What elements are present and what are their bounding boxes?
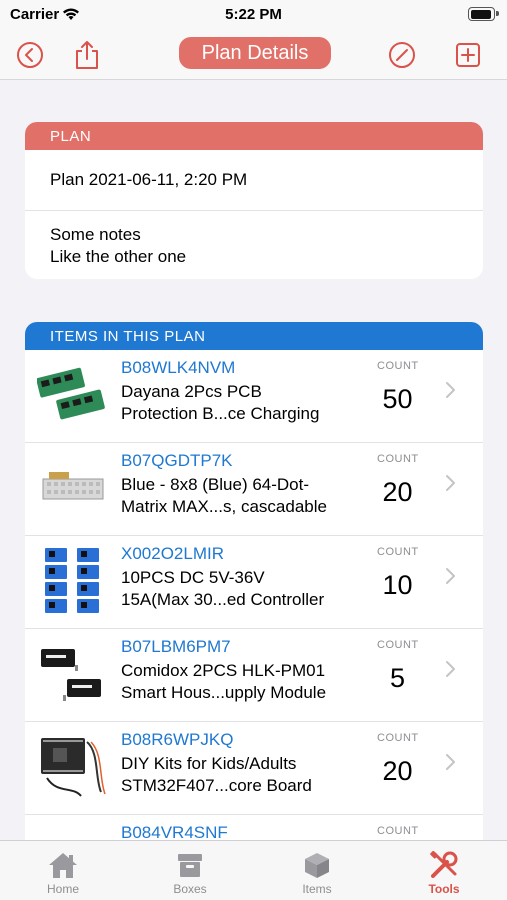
- chevron-right-icon: [446, 475, 455, 491]
- item-thumbnail: [37, 453, 109, 523]
- add-button[interactable]: [451, 38, 485, 72]
- item-asin-link[interactable]: B08R6WPJKQ: [121, 730, 233, 750]
- share-button[interactable]: [70, 38, 104, 72]
- count-value: 5: [389, 663, 406, 693]
- chevron-right-icon: [446, 754, 455, 770]
- item-row[interactable]: B07LBM6PM7 Comidox 2PCS HLK-PM01 Smart H…: [25, 629, 483, 722]
- item-thumbnail: [37, 546, 109, 616]
- item-title: Dayana 2Pcs PCB: [121, 382, 262, 401]
- plus-square-icon: [456, 43, 480, 67]
- count-label: COUNT: [377, 453, 419, 465]
- tab-label: Boxes: [173, 882, 207, 896]
- clock: 5:22 PM: [225, 6, 282, 23]
- count-label: COUNT: [377, 546, 419, 558]
- plan-notes[interactable]: Some notes Like the other one: [25, 211, 483, 268]
- count-label: COUNT: [377, 825, 419, 837]
- item-thumbnail: [37, 732, 109, 802]
- item-title: 10PCS DC 5V-36V: [121, 568, 265, 587]
- battery-icon: [468, 7, 499, 21]
- items-card: ITEMS IN THIS PLAN B08WLK4NVM Dayana 2Pc…: [25, 322, 483, 840]
- item-row[interactable]: B08R6WPJKQ DIY Kits for Kids/Adults STM3…: [25, 722, 483, 815]
- item-title: Protection B...ce Charging: [121, 404, 320, 423]
- plan-name[interactable]: Plan 2021-06-11, 2:20 PM: [25, 150, 483, 211]
- item-thumbnail: [37, 639, 109, 709]
- item-title: Comidox 2PCS HLK-PM01: [121, 661, 326, 680]
- cube-icon: [302, 850, 332, 880]
- item-asin-link[interactable]: X002O2LMIR: [121, 544, 224, 564]
- share-icon: [76, 41, 98, 69]
- item-title: Smart Hous...upply Module: [121, 683, 327, 702]
- items-section-header: ITEMS IN THIS PLAN: [25, 322, 483, 350]
- count-label: COUNT: [377, 639, 419, 651]
- tab-home[interactable]: Home: [0, 841, 126, 900]
- status-bar: Carrier 5:22 PM: [0, 0, 507, 30]
- tab-bar: Home Boxes Items Tools: [0, 840, 507, 900]
- tab-tools[interactable]: Tools: [381, 841, 507, 900]
- count-label: COUNT: [377, 360, 419, 372]
- navigation-bar: Plan Details: [0, 30, 507, 80]
- count-value: 20: [382, 477, 413, 507]
- page-title: Plan Details: [179, 37, 331, 69]
- plan-notes-line: Like the other one: [50, 247, 187, 266]
- tab-label: Tools: [428, 882, 460, 896]
- chevron-right-icon: [446, 661, 455, 677]
- back-circle-icon: [17, 42, 43, 68]
- item-row[interactable]: B084VR4SNF COUNT: [25, 815, 483, 840]
- house-icon: [48, 850, 78, 880]
- item-asin-link[interactable]: B08WLK4NVM: [121, 358, 235, 378]
- tab-items[interactable]: Items: [254, 841, 380, 900]
- item-asin-link[interactable]: B07QGDTP7K: [121, 451, 233, 471]
- chevron-right-icon: [446, 568, 455, 584]
- pencil-circle-icon: [389, 42, 415, 68]
- item-title: 15A(Max 30...ed Controller: [121, 590, 325, 609]
- item-thumbnail: [36, 360, 109, 430]
- item-title: STM32F407...core Board: [121, 776, 312, 795]
- scroll-content[interactable]: PLAN Plan 2021-06-11, 2:20 PM Some notes…: [0, 81, 507, 840]
- tab-label: Home: [46, 882, 79, 896]
- back-button[interactable]: [13, 38, 47, 72]
- archive-box-icon: [175, 850, 205, 880]
- count-value: 20: [382, 756, 413, 786]
- item-asin-link[interactable]: B07LBM6PM7: [121, 637, 231, 657]
- item-title: Blue - 8x8 (Blue) 64-Dot-: [121, 475, 310, 494]
- edit-button[interactable]: [385, 38, 419, 72]
- plan-card: PLAN Plan 2021-06-11, 2:20 PM Some notes…: [25, 122, 483, 279]
- tab-label: Items: [302, 882, 332, 896]
- chevron-right-icon: [446, 382, 455, 398]
- tools-icon: [429, 850, 459, 880]
- item-row[interactable]: X002O2LMIR 10PCS DC 5V-36V 15A(Max 30...…: [25, 536, 483, 629]
- item-title: DIY Kits for Kids/Adults: [121, 754, 297, 773]
- count-label: COUNT: [377, 732, 419, 744]
- plan-notes-line: Some notes: [50, 225, 141, 244]
- count-value: 10: [382, 570, 413, 600]
- item-row[interactable]: B07QGDTP7K Blue - 8x8 (Blue) 64-Dot- Mat…: [25, 443, 483, 536]
- item-asin-link[interactable]: B084VR4SNF: [121, 823, 228, 840]
- item-row[interactable]: B08WLK4NVM Dayana 2Pcs PCB Protection B.…: [25, 350, 483, 443]
- item-title: Matrix MAX...s, cascadable: [121, 497, 327, 516]
- plan-section-header: PLAN: [25, 122, 483, 150]
- tab-boxes[interactable]: Boxes: [127, 841, 253, 900]
- count-value: 50: [382, 384, 413, 414]
